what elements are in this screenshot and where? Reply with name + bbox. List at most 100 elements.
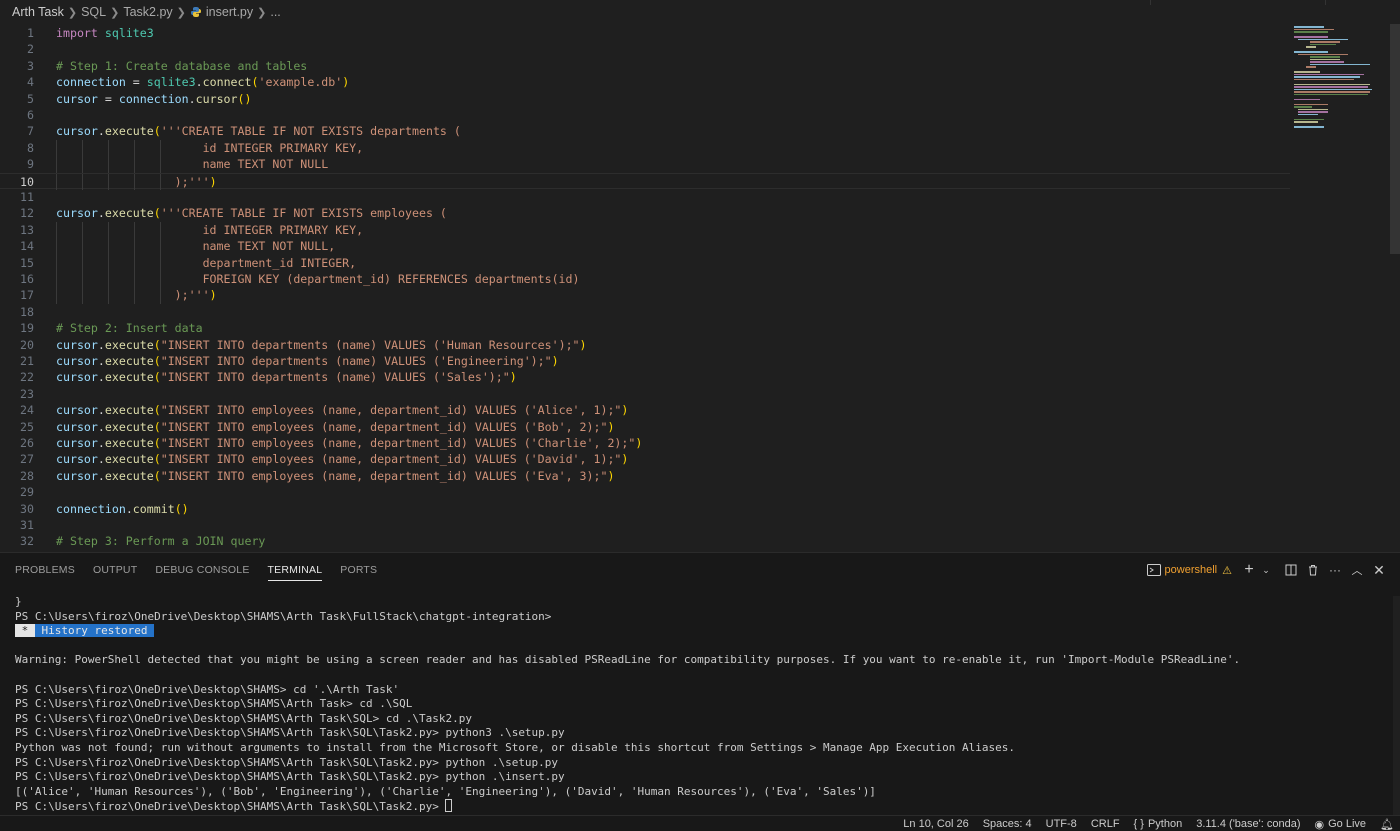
- tab-problems[interactable]: PROBLEMS: [6, 553, 84, 587]
- code-line[interactable]: 14 name TEXT NOT NULL,: [0, 238, 1290, 255]
- tab-ports[interactable]: PORTS: [331, 553, 386, 587]
- tab-debug-console[interactable]: DEBUG CONSOLE: [146, 553, 258, 587]
- code-line[interactable]: 2: [0, 41, 1290, 57]
- code-line[interactable]: 18: [0, 304, 1290, 320]
- line-number[interactable]: 30: [0, 501, 34, 517]
- code-line[interactable]: 13 id INTEGER PRIMARY KEY,: [0, 221, 1290, 239]
- line-number[interactable]: 15: [0, 255, 34, 271]
- code-line[interactable]: 6: [0, 107, 1290, 123]
- close-panel-button[interactable]: ✕: [1368, 559, 1390, 581]
- code-line[interactable]: 32 # Step 3: Perform a JOIN query: [0, 533, 1290, 549]
- split-terminal-button[interactable]: [1280, 559, 1302, 581]
- code-line[interactable]: 27 cursor.execute("INSERT INTO employees …: [0, 451, 1290, 467]
- code-line[interactable]: 11: [0, 189, 1290, 205]
- line-number[interactable]: 13: [0, 222, 34, 238]
- code-line[interactable]: 21 cursor.execute("INSERT INTO department…: [0, 353, 1290, 369]
- breadcrumb-item-more[interactable]: ...: [270, 5, 280, 19]
- code-line[interactable]: 16 FOREIGN KEY (department_id) REFERENCE…: [0, 271, 1290, 288]
- status-go-live[interactable]: ◉ Go Live: [1315, 818, 1367, 831]
- code-editor[interactable]: 1 import sqlite3 2 3 # Step 1: Create databa…: [0, 24, 1400, 552]
- terminal-text: PS C:\Users\firoz\OneDrive\Desktop\SHAMS…: [15, 682, 400, 696]
- line-number[interactable]: 7: [0, 123, 34, 139]
- line-number[interactable]: 8: [0, 140, 34, 156]
- line-number[interactable]: 11: [0, 189, 34, 205]
- new-terminal-button[interactable]: +: [1238, 559, 1260, 581]
- code-line[interactable]: 7 cursor.execute('''CREATE TABLE IF NOT E…: [0, 123, 1290, 139]
- code-token: cursor: [195, 91, 238, 106]
- code-line[interactable]: 15 department_id INTEGER,: [0, 254, 1290, 271]
- code-line[interactable]: 29: [0, 484, 1290, 500]
- line-number[interactable]: 18: [0, 304, 34, 320]
- line-number[interactable]: 1: [0, 25, 34, 41]
- line-number[interactable]: 17: [0, 287, 34, 303]
- code-line[interactable]: 8 id INTEGER PRIMARY KEY,: [0, 139, 1290, 157]
- code-line[interactable]: 31: [0, 517, 1290, 533]
- tab-output[interactable]: OUTPUT: [84, 553, 146, 587]
- tab-terminal[interactable]: TERMINAL: [259, 553, 332, 587]
- code-line[interactable]: 12 cursor.execute('''CREATE TABLE IF NOT …: [0, 205, 1290, 221]
- terminal-scrollbar[interactable]: [1393, 596, 1400, 815]
- line-number[interactable]: 19: [0, 320, 34, 336]
- minimap[interactable]: [1290, 24, 1390, 134]
- code-line[interactable]: 5 cursor = connection.cursor(): [0, 91, 1290, 107]
- line-number[interactable]: 12: [0, 205, 34, 221]
- breadcrumb-item-arth-task[interactable]: Arth Task: [12, 5, 64, 19]
- maximize-panel-button[interactable]: ︿: [1346, 559, 1368, 581]
- code-line[interactable]: 17 );'''): [0, 287, 1290, 304]
- line-number[interactable]: 24: [0, 402, 34, 418]
- code-line[interactable]: 22 cursor.execute("INSERT INTO department…: [0, 369, 1290, 385]
- code-line[interactable]: 20 cursor.execute("INSERT INTO department…: [0, 337, 1290, 353]
- code-line[interactable]: 24 cursor.execute("INSERT INTO employees …: [0, 402, 1290, 418]
- line-number[interactable]: 3: [0, 58, 34, 74]
- code-line[interactable]: 3 # Step 1: Create database and tables: [0, 58, 1290, 74]
- line-number[interactable]: 6: [0, 107, 34, 123]
- line-number[interactable]: 16: [0, 271, 34, 287]
- terminal-output[interactable]: } PS C:\Users\firoz\OneDrive\Desktop\SHAM…: [15, 595, 1385, 814]
- line-number[interactable]: 5: [0, 91, 34, 107]
- code-line[interactable]: 25 cursor.execute("INSERT INTO employees …: [0, 419, 1290, 435]
- line-number[interactable]: 25: [0, 419, 34, 435]
- braces-icon: { }: [1133, 818, 1144, 830]
- editor-scrollbar[interactable]: [1390, 24, 1400, 254]
- line-number[interactable]: 26: [0, 435, 34, 451]
- line-number[interactable]: 4: [0, 74, 34, 90]
- code-line[interactable]: 4 connection = sqlite3.connect('example.d…: [0, 74, 1290, 90]
- more-actions-button[interactable]: ···: [1324, 559, 1346, 581]
- code-token: 'example.db': [258, 75, 343, 90]
- code-line[interactable]: 1 import sqlite3: [0, 25, 1290, 41]
- notifications-bell-icon[interactable]: 🔔︎: [1380, 818, 1394, 831]
- status-indentation[interactable]: Spaces: 4: [983, 818, 1032, 830]
- status-eol[interactable]: CRLF: [1091, 818, 1120, 830]
- code-line[interactable]: 10 );'''): [0, 172, 1290, 190]
- line-number[interactable]: 9: [0, 156, 34, 172]
- status-language[interactable]: { } Python: [1134, 818, 1183, 830]
- code-line[interactable]: 23: [0, 386, 1290, 402]
- code-token: (: [153, 403, 161, 418]
- line-number[interactable]: 22: [0, 369, 34, 385]
- breadcrumb-item-sql[interactable]: SQL: [81, 5, 106, 19]
- line-number[interactable]: 32: [0, 533, 34, 549]
- line-number[interactable]: 2: [0, 41, 34, 57]
- breadcrumb-item-task2[interactable]: Task2.py: [123, 5, 172, 19]
- line-number[interactable]: 14: [0, 238, 34, 254]
- status-encoding[interactable]: UTF-8: [1046, 818, 1077, 830]
- terminal-shell-selector[interactable]: powershell ⚠: [1146, 564, 1232, 577]
- breadcrumb-item-insert[interactable]: insert.py: [206, 5, 253, 19]
- line-number[interactable]: 31: [0, 517, 34, 533]
- line-number[interactable]: 27: [0, 451, 34, 467]
- line-number[interactable]: 23: [0, 386, 34, 402]
- status-interpreter[interactable]: 3.11.4 ('base': conda): [1196, 818, 1300, 830]
- code-line[interactable]: 19 # Step 2: Insert data: [0, 320, 1290, 336]
- code-line[interactable]: 30 connection.commit(): [0, 501, 1290, 517]
- status-cursor-position[interactable]: Ln 10, Col 26: [903, 818, 968, 830]
- code-line[interactable]: 9 name TEXT NOT NULL: [0, 156, 1290, 173]
- line-number[interactable]: 29: [0, 484, 34, 500]
- code-line[interactable]: 28 cursor.execute("INSERT INTO employees …: [0, 468, 1290, 484]
- code-line[interactable]: 26 cursor.execute("INSERT INTO employees …: [0, 435, 1290, 451]
- line-number[interactable]: 28: [0, 468, 34, 484]
- line-number[interactable]: 20: [0, 337, 34, 353]
- line-number[interactable]: 21: [0, 353, 34, 369]
- kill-terminal-button[interactable]: [1302, 559, 1324, 581]
- line-number[interactable]: 10: [0, 174, 34, 190]
- terminal-dropdown-button[interactable]: ⌄: [1260, 559, 1272, 581]
